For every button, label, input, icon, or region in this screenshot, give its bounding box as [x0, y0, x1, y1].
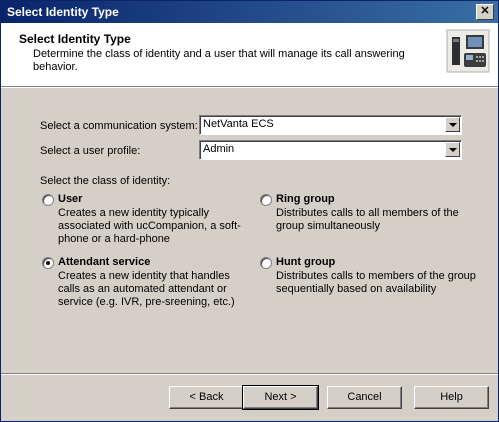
close-icon[interactable]: ✕ [476, 4, 494, 20]
header-title: Select Identity Type [19, 32, 131, 46]
profile-select[interactable]: Admin [199, 140, 462, 160]
system-label: Select a communication system: [40, 120, 198, 132]
option-hunt-title: Hunt group [276, 256, 336, 268]
chevron-down-icon[interactable] [445, 117, 460, 132]
window-title: Select Identity Type [7, 5, 119, 19]
radio-ring-group[interactable] [260, 194, 272, 206]
footer-divider-highlight [1, 374, 498, 375]
next-button[interactable]: Next > [242, 385, 319, 410]
chevron-down-icon[interactable] [445, 142, 460, 157]
radio-user[interactable] [42, 194, 54, 206]
system-value: NetVanta ECS [203, 118, 274, 130]
option-ring-desc: Distributes calls to all members of the … [276, 207, 459, 232]
dialog-window: Select Identity Type ✕ Select Identity T… [0, 0, 499, 422]
phone-pc-icon [446, 29, 490, 73]
option-user-desc: Creates a new identity typically associa… [58, 207, 241, 245]
option-ring-title: Ring group [276, 193, 335, 205]
option-hunt-desc: Distributes calls to members of the grou… [276, 270, 476, 295]
help-button[interactable]: Help [414, 386, 489, 409]
title-bar: Select Identity Type ✕ [1, 1, 498, 23]
profile-label: Select a user profile: [40, 145, 141, 157]
header-divider [1, 87, 498, 88]
class-label: Select the class of identity: [40, 175, 171, 187]
profile-value: Admin [203, 143, 235, 155]
radio-hunt-group[interactable] [260, 257, 272, 269]
header-description: Determine the class of identity and a us… [33, 48, 405, 73]
back-button[interactable]: < Back [169, 386, 244, 409]
option-attendant-desc: Creates a new identity that handles call… [58, 270, 235, 308]
system-select[interactable]: NetVanta ECS [199, 115, 462, 135]
option-attendant-title: Attendant service [58, 256, 151, 268]
cancel-button[interactable]: Cancel [327, 386, 402, 409]
option-user-title: User [58, 193, 83, 205]
radio-attendant[interactable] [42, 257, 54, 269]
wizard-header: Select Identity Type Determine the class… [1, 23, 498, 87]
